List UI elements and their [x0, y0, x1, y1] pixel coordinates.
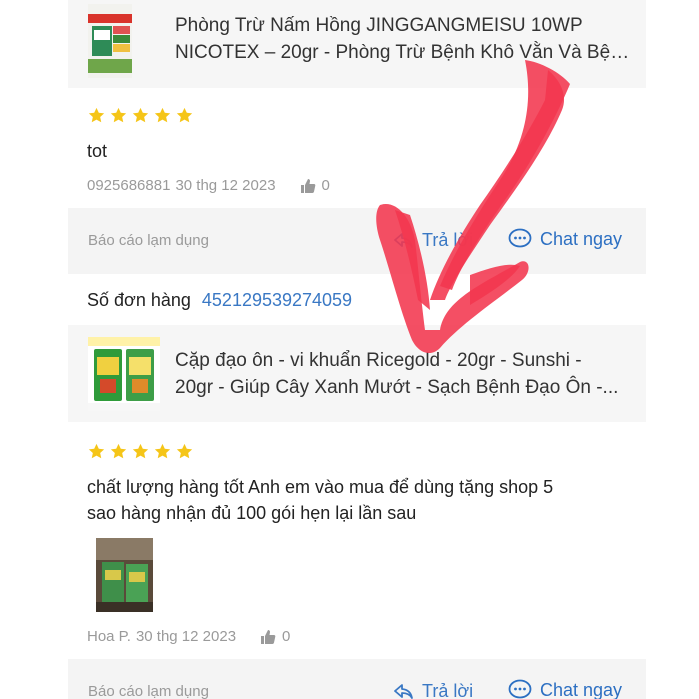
order-number-link[interactable]: 452129539274059	[202, 290, 352, 310]
review-text: chất lượng hàng tốt Anh em vào mua để dù…	[87, 474, 553, 526]
reply-label: Trả lời	[422, 230, 474, 250]
chat-label: Chat ngay	[540, 228, 623, 249]
product-title-line: Cặp đạo ôn - vi khuẩn Ricegold - 20gr - …	[175, 350, 582, 371]
reviewer-name: Hoa P.	[87, 628, 131, 645]
reply-arrow-icon	[394, 232, 413, 248]
review-date: 30 thg 12 2023	[175, 177, 276, 194]
star-icon	[110, 443, 127, 459]
reply-button[interactable]: Trả lời	[394, 681, 473, 699]
product-title-line: Phòng Trừ Nấm Hồng JINGGANGMEISU 10WP	[175, 15, 583, 36]
product-title[interactable]: Phòng Trừ Nấm Hồng JINGGANGMEISU 10WP NI…	[175, 12, 632, 66]
review-photo[interactable]	[96, 538, 153, 612]
star-icon	[154, 107, 171, 123]
product-thumbnail	[88, 4, 132, 78]
chat-now-button[interactable]: Chat ngay	[508, 228, 622, 250]
product-title-line: NICOTEX – 20gr - Phòng Trừ Bệnh Khô Vằn …	[175, 42, 632, 63]
chat-bubble-icon	[508, 228, 532, 248]
thumbs-up-icon	[261, 629, 276, 644]
like-button[interactable]: 0	[260, 628, 290, 645]
product-card[interactable]: Phòng Trừ Nấm Hồng JINGGANGMEISU 10WP NI…	[68, 0, 646, 88]
star-icon	[132, 443, 149, 459]
review-date: 30 thg 12 2023	[135, 628, 237, 645]
like-count: 0	[321, 177, 330, 194]
reply-label: Trả lời	[422, 681, 474, 699]
order-number-label: Số đơn hàng	[87, 290, 191, 310]
report-abuse-link[interactable]: Báo cáo lạm dụng	[88, 232, 209, 249]
review-action-bar: Báo cáo lạm dụng Trả lời Chat ngay	[68, 659, 646, 699]
reply-arrow-icon	[394, 683, 413, 699]
star-icon	[88, 443, 105, 459]
thumbs-up-icon	[300, 178, 315, 193]
reviewer-name: 0925686881	[87, 177, 171, 194]
review-list-page: Phòng Trừ Nấm Hồng JINGGANGMEISU 10WP NI…	[0, 0, 699, 699]
chat-label: Chat ngay	[540, 679, 623, 699]
star-icon	[176, 443, 193, 459]
star-icon	[154, 443, 171, 459]
star-icon	[110, 107, 127, 123]
star-icon	[176, 107, 193, 123]
star-icon	[132, 107, 149, 123]
product-card[interactable]: Cặp đạo ôn - vi khuẩn Ricegold - 20gr - …	[68, 325, 646, 422]
reply-button[interactable]: Trả lời	[394, 230, 473, 251]
rating-stars	[88, 443, 193, 460]
star-icon	[88, 107, 105, 123]
report-abuse-link[interactable]: Báo cáo lạm dụng	[88, 683, 209, 699]
review-meta: Hoa P. 30 thg 12 2023 0	[87, 628, 290, 645]
review-text-line: chất lượng hàng tốt Anh em vào mua để dù…	[87, 477, 554, 497]
chat-bubble-icon	[508, 679, 532, 699]
review-text-line: sao hàng nhận đủ 100 gói hẹn lại lần sau	[87, 503, 417, 523]
review-action-bar: Báo cáo lạm dụng Trả lời Chat ngay	[68, 208, 646, 274]
product-title-line: 20gr - Giúp Cây Xanh Mướt - Sạch Bệnh Đạ…	[175, 377, 619, 398]
product-thumbnail	[88, 337, 160, 411]
like-count: 0	[282, 628, 291, 645]
review-text: tot	[87, 141, 108, 161]
rating-stars	[88, 107, 193, 124]
product-title[interactable]: Cặp đạo ôn - vi khuẩn Ricegold - 20gr - …	[175, 347, 632, 401]
review-meta: 0925686881 30 thg 12 2023 0	[87, 177, 330, 194]
like-button[interactable]: 0	[300, 177, 330, 194]
chat-now-button[interactable]: Chat ngay	[508, 679, 622, 699]
order-number-row: Số đơn hàng 452129539274059	[87, 290, 352, 311]
